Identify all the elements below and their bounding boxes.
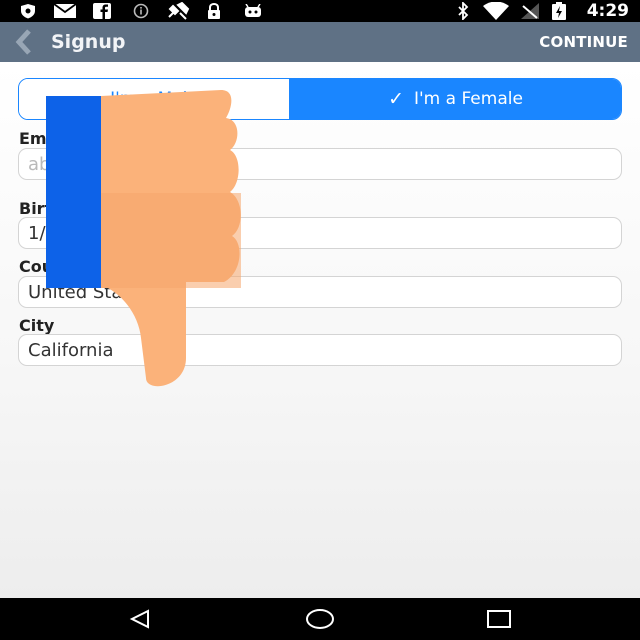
no-signal-icon	[519, 3, 541, 19]
bluetooth-icon	[455, 2, 471, 20]
chevron-left-icon[interactable]	[10, 28, 38, 56]
back-triangle-icon[interactable]	[120, 604, 160, 634]
facebook-icon	[92, 3, 112, 19]
female-option-label: I'm a Female	[413, 89, 523, 109]
lock-icon	[206, 3, 222, 19]
app-toolbar: Signup CONTINUE	[0, 22, 640, 62]
satellite-icon	[165, 2, 191, 20]
info-icon	[131, 3, 151, 19]
shield-icon	[18, 3, 38, 19]
system-nav-bar	[0, 598, 640, 640]
battery-icon	[550, 2, 568, 20]
mail-icon	[53, 3, 77, 19]
status-bar: 4:29	[0, 0, 640, 22]
wifi-icon	[481, 2, 511, 20]
status-time: 4:29	[586, 1, 629, 21]
recents-square-icon[interactable]	[479, 604, 519, 634]
checkmark-icon: ✓	[388, 88, 404, 110]
continue-button[interactable]: CONTINUE	[539, 22, 628, 62]
page-title: Signup	[51, 31, 126, 53]
thumbs-down-icon	[46, 90, 241, 387]
android-icon	[243, 3, 263, 19]
home-circle-icon[interactable]	[300, 604, 340, 634]
female-option[interactable]: ✓ I'm a Female	[290, 79, 621, 119]
